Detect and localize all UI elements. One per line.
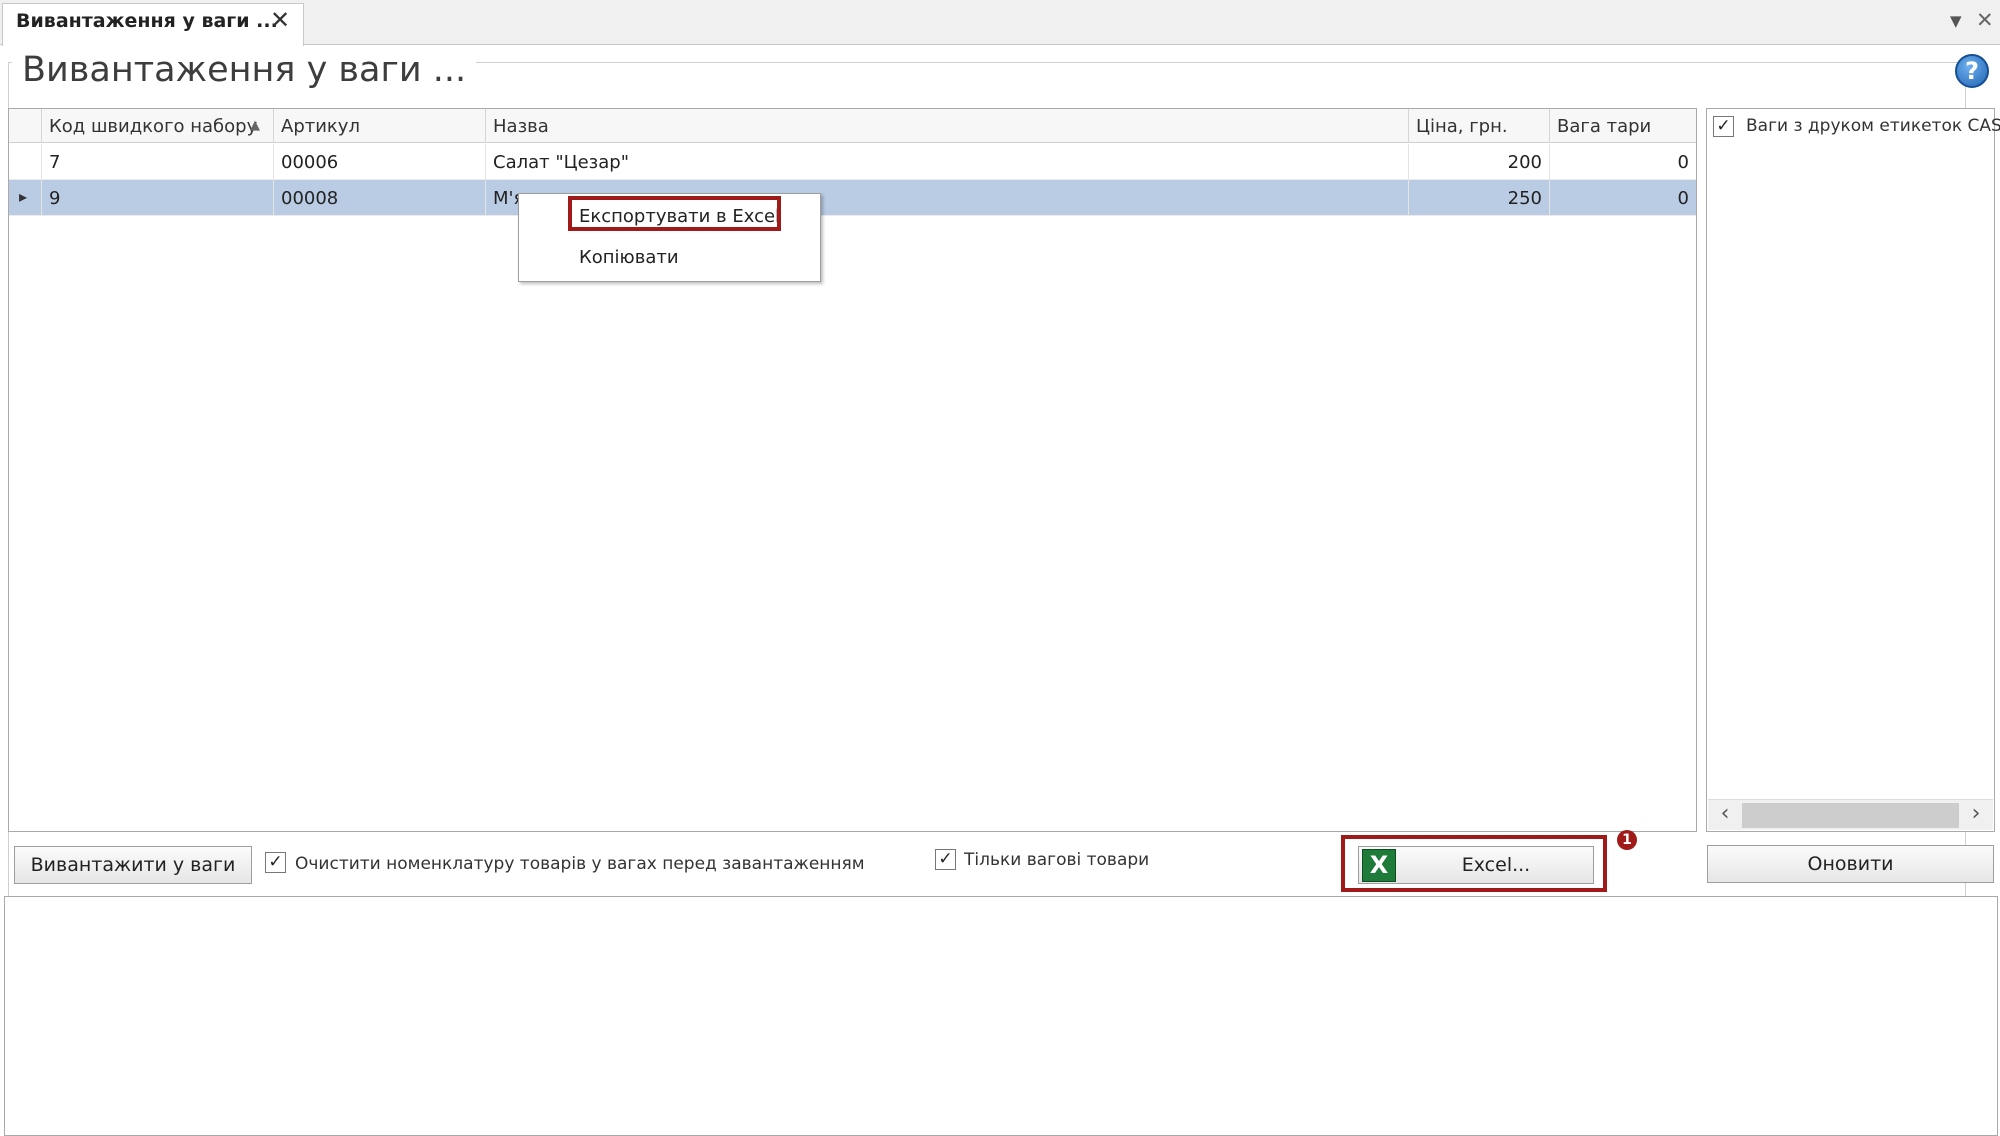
cell-name: Салат "Цезар" (486, 144, 1409, 180)
current-row-marker-icon: ▸ (19, 187, 28, 206)
highlight-export-excel (568, 196, 781, 231)
col-header-tare[interactable]: Вага тари (1550, 109, 1696, 143)
scrollbar-thumb[interactable] (1742, 803, 1959, 828)
cell-code: 9 (42, 180, 274, 216)
cell-tare: 0 (1677, 188, 1689, 209)
products-grid[interactable]: Код швидкого набору ▲ Артикул Назва Ціна… (8, 108, 1697, 832)
refresh-button[interactable]: Оновити (1707, 845, 1994, 883)
sort-asc-icon: ▲ (250, 118, 260, 133)
scales-list-panel[interactable]: ✓ Ваги з друком етикеток CAS ‹ › (1706, 108, 2000, 832)
highlight-excel-button (1341, 835, 1607, 892)
scroll-left-icon[interactable]: ‹ (1708, 800, 1742, 831)
cell-price: 250 (1409, 180, 1550, 216)
table-row-selected[interactable]: ▸ 9 00008 М'я 250 0 (9, 180, 1696, 216)
scroll-right-icon[interactable]: › (1959, 800, 1993, 831)
col-header-code[interactable]: Код швидкого набору ▲ (42, 109, 274, 143)
export-to-scales-button[interactable]: Вивантажити у ваги (14, 846, 252, 884)
header-indicator-cell (9, 109, 42, 143)
col-header-article[interactable]: Артикул (274, 109, 486, 143)
tab-label: Вивантаження у ваги ... (16, 10, 278, 32)
grid-header: Код швидкого набору ▲ Артикул Назва Ціна… (9, 109, 1696, 143)
row-indicator (9, 144, 42, 180)
cell-code: 7 (42, 144, 274, 180)
col-header-code-label: Код швидкого набору (49, 116, 258, 137)
menu-item-copy[interactable]: Копіювати (519, 237, 820, 277)
table-row[interactable]: 7 00006 Салат "Цезар" 200 0 (9, 144, 1696, 180)
weight-only-label: Тільки вагові товари (964, 850, 1150, 870)
cell-article: 00008 (274, 180, 486, 216)
step-badge: 1 (1617, 830, 1637, 850)
col-header-price[interactable]: Ціна, грн. (1409, 109, 1550, 143)
weight-only-option[interactable]: ✓ Тільки вагові товари (935, 848, 1175, 874)
clear-nomenclature-checkbox[interactable]: ✓ (265, 852, 286, 873)
clear-nomenclature-option[interactable]: ✓ Очистити номенклатуру товарів у вагах … (265, 851, 865, 877)
help-icon[interactable]: ? (1955, 54, 1989, 88)
tab-close-icon[interactable]: ✕ (270, 6, 290, 34)
scale-item-label: Ваги з друком етикеток CAS (1746, 116, 2000, 136)
cell-tare: 0 (1677, 152, 1689, 173)
weight-only-checkbox[interactable]: ✓ (935, 849, 956, 870)
close-icon[interactable]: ✕ (1976, 8, 1994, 32)
cell-price: 200 (1409, 144, 1550, 180)
cell-article: 00006 (274, 144, 486, 180)
row-indicator: ▸ (9, 180, 42, 216)
page-title: Вивантаження у ваги ... (12, 50, 477, 90)
scale-list-item[interactable]: ✓ Ваги з друком етикеток CAS (1713, 114, 2000, 140)
col-header-name[interactable]: Назва (486, 109, 1409, 143)
clear-nomenclature-label: Очистити номенклатуру товарів у вагах пе… (295, 854, 865, 874)
log-output-panel[interactable] (4, 896, 1998, 1136)
horizontal-scrollbar[interactable]: ‹ › (1708, 799, 1993, 830)
scale-checkbox[interactable]: ✓ (1713, 116, 1734, 137)
tab-list-dropdown-icon[interactable]: ▼ (1950, 12, 1962, 30)
